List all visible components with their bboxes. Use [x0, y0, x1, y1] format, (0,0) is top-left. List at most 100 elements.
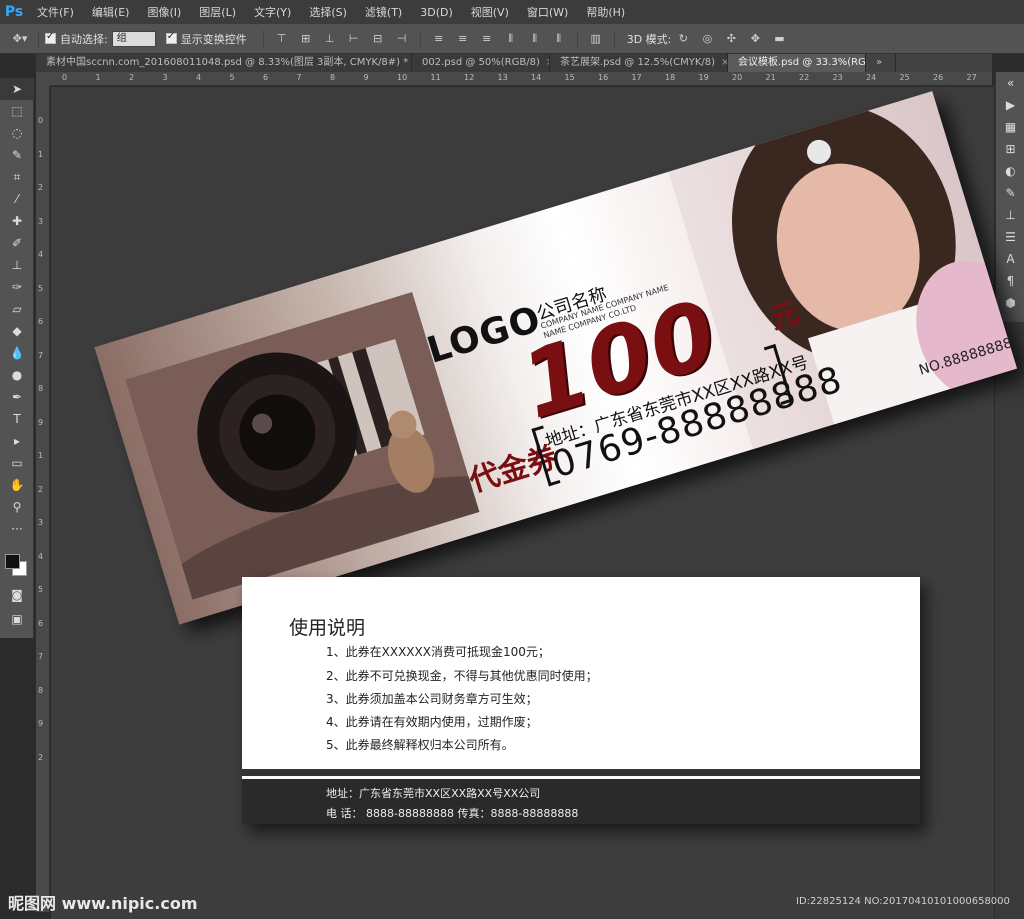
- menu-view[interactable]: 视图(V): [462, 4, 518, 20]
- rule-item: 1、此券在XXXXXX消费可抵现金100元；: [326, 645, 550, 659]
- menu-3d[interactable]: 3D(D): [411, 6, 462, 19]
- auto-align-icon[interactable]: ▥: [588, 32, 604, 46]
- ruler-origin[interactable]: [36, 72, 50, 86]
- ruler-tick-label: 2: [38, 183, 44, 192]
- marquee-tool-icon[interactable]: ⬚: [0, 100, 34, 122]
- ruler-tick-label: 18: [665, 73, 676, 82]
- voucher-back[interactable]: 使用说明 1、此券在XXXXXX消费可抵现金100元； 2、此券不可兑换现金，不…: [242, 577, 920, 824]
- photoshop-logo: Ps: [4, 4, 24, 20]
- brush-settings-icon[interactable]: ✎: [996, 182, 1024, 204]
- move-tool-icon[interactable]: ✥▾: [12, 32, 28, 46]
- distribute-right-icon[interactable]: ⦀: [551, 32, 567, 46]
- menu-image[interactable]: 图像(I): [138, 4, 190, 20]
- ruler-tick-label: 5: [229, 73, 235, 82]
- ruler-tick-label: 20: [732, 73, 743, 82]
- close-icon[interactable]: ×: [721, 57, 727, 68]
- quick-select-tool-icon[interactable]: ✎: [0, 144, 34, 166]
- tools-panel: ➤ ⬚ ◌ ✎ ⌗ ⁄ ✚ ✐ ⊥ ✑ ▱ ◆ 💧 ● ✒ T ▸ ▭ ✋ ⚲ …: [0, 78, 34, 638]
- separator: [576, 29, 578, 48]
- crop-tool-icon[interactable]: ⌗: [0, 166, 34, 188]
- eyedropper-tool-icon[interactable]: ⁄: [0, 188, 34, 210]
- distribute-left-icon[interactable]: ⦀: [503, 32, 519, 46]
- 3d-scale-icon[interactable]: ▬: [771, 32, 787, 46]
- ruler-tick-label: 4: [38, 250, 44, 259]
- distribute-top-icon[interactable]: ≡: [431, 32, 447, 46]
- tab-document-1[interactable]: 素材中国sccnn.com_20160801104​8.psd @ 8.33%(…: [36, 54, 412, 72]
- ruler-tick-label: 11: [430, 73, 441, 82]
- align-top-icon[interactable]: ⊤: [274, 32, 290, 46]
- align-left-icon[interactable]: ⊢: [346, 32, 362, 46]
- adjustments-icon[interactable]: ⊞: [996, 138, 1024, 160]
- tab-document-4[interactable]: 会议模板.psd @ 33.3%(RGB/: [728, 54, 866, 72]
- path-select-tool-icon[interactable]: ▸: [0, 430, 34, 452]
- ruler-tick-label: 6: [38, 618, 44, 628]
- move-tool-icon[interactable]: ➤: [0, 78, 34, 100]
- pen-tool-icon[interactable]: ✒: [0, 386, 34, 408]
- character-icon[interactable]: A: [996, 248, 1024, 270]
- menu-file[interactable]: 文件(F): [28, 4, 83, 20]
- screen-mode-icon[interactable]: ▣: [0, 608, 34, 630]
- channels-icon[interactable]: ◐: [996, 160, 1024, 182]
- clone-stamp-tool-icon[interactable]: ⊥: [0, 254, 34, 276]
- ruler-tick-label: 24: [866, 73, 877, 82]
- rule-item: 5、此券最终解释权归本公司所有。: [326, 738, 514, 752]
- brush-tool-icon[interactable]: ✐: [0, 232, 34, 254]
- shape-tool-icon[interactable]: ▭: [0, 452, 34, 474]
- 3d-panel-icon[interactable]: ⬢: [996, 292, 1024, 314]
- hand-tool-icon[interactable]: ✋: [0, 474, 34, 496]
- zoom-tool-icon[interactable]: ⚲: [0, 496, 34, 518]
- more-tools-icon[interactable]: ···: [0, 518, 34, 540]
- distribute-vcenter-icon[interactable]: ≡: [455, 32, 471, 46]
- tab-document-2[interactable]: 002.psd @ 50%(RGB/8)×: [412, 54, 550, 72]
- history-brush-tool-icon[interactable]: ✑: [0, 276, 34, 298]
- properties-icon[interactable]: ☰: [996, 226, 1024, 248]
- menu-window[interactable]: 窗口(W): [518, 4, 577, 20]
- ruler-tick-label: 13: [497, 73, 508, 82]
- ruler-tick-label: 7: [296, 73, 302, 82]
- show-transform-checkbox[interactable]: [165, 31, 177, 44]
- ruler-tick-label: 10: [397, 73, 408, 82]
- menu-layer[interactable]: 图层(L): [190, 4, 245, 20]
- paragraph-icon[interactable]: ¶: [996, 270, 1024, 292]
- distribute-bottom-icon[interactable]: ≡: [479, 32, 495, 46]
- align-vcenter-icon[interactable]: ⊞: [298, 32, 314, 46]
- 3d-roll-icon[interactable]: ◎: [699, 32, 715, 46]
- align-bottom-icon[interactable]: ⊥: [322, 32, 338, 46]
- clone-source-icon[interactable]: ⊥: [996, 204, 1024, 226]
- eraser-tool-icon[interactable]: ▱: [0, 298, 34, 320]
- tab-document-3[interactable]: 茶艺展架.psd @ 12.5%(CMYK/8) ×: [550, 54, 728, 72]
- blur-tool-icon[interactable]: 💧: [0, 342, 34, 364]
- menu-help[interactable]: 帮助(H): [577, 4, 634, 20]
- ruler-tick-label: 0: [62, 73, 68, 82]
- menu-filter[interactable]: 滤镜(T): [356, 4, 411, 20]
- 3d-pan-icon[interactable]: ✣: [723, 32, 739, 46]
- collapse-panels-icon[interactable]: «: [996, 72, 1024, 94]
- menu-select[interactable]: 选择(S): [300, 4, 356, 20]
- paint-bucket-tool-icon[interactable]: ◆: [0, 320, 34, 342]
- 3d-slide-icon[interactable]: ✥: [747, 32, 763, 46]
- tab-overflow-icon[interactable]: »: [866, 54, 896, 72]
- foreground-color-swatch[interactable]: [5, 554, 20, 569]
- quick-mask-icon[interactable]: ◙: [0, 584, 34, 606]
- show-transform-option[interactable]: 显示变换控件: [165, 31, 247, 47]
- play-icon[interactable]: ▶: [996, 94, 1024, 116]
- distribute-hcenter-icon[interactable]: ⦀: [527, 32, 543, 46]
- horizontal-ruler[interactable]: 0 1 2 3 4 5 6 7 8 9 10 11 12 13 14 15 16 17 18 19 20 21 22 23 24…: [50, 72, 992, 86]
- auto-select-option[interactable]: 自动选择: 组: [45, 30, 156, 47]
- 3d-rotate-icon[interactable]: ↻: [675, 32, 691, 46]
- auto-select-dropdown[interactable]: 组: [111, 30, 156, 47]
- align-hcenter-icon[interactable]: ⊟: [370, 32, 386, 46]
- align-right-icon[interactable]: ⊣: [394, 32, 410, 46]
- auto-select-checkbox[interactable]: [45, 31, 56, 44]
- auto-select-label: 自动选择:: [60, 32, 108, 46]
- ruler-tick-label: 17: [631, 73, 642, 82]
- brush-presets-icon[interactable]: ▦: [996, 116, 1024, 138]
- lasso-tool-icon[interactable]: ◌: [0, 122, 34, 144]
- menu-type[interactable]: 文字(Y): [245, 4, 300, 20]
- type-tool-icon[interactable]: T: [0, 408, 34, 430]
- vertical-ruler[interactable]: 0 1 2 3 4 5 6 7 8 9 1 2 3 4 5 6 7 8 9 2: [36, 86, 50, 912]
- menu-edit[interactable]: 编辑(E): [83, 4, 139, 20]
- healing-brush-tool-icon[interactable]: ✚: [0, 210, 34, 232]
- ruler-tick-label: 14: [531, 73, 542, 82]
- dodge-tool-icon[interactable]: ●: [0, 364, 34, 386]
